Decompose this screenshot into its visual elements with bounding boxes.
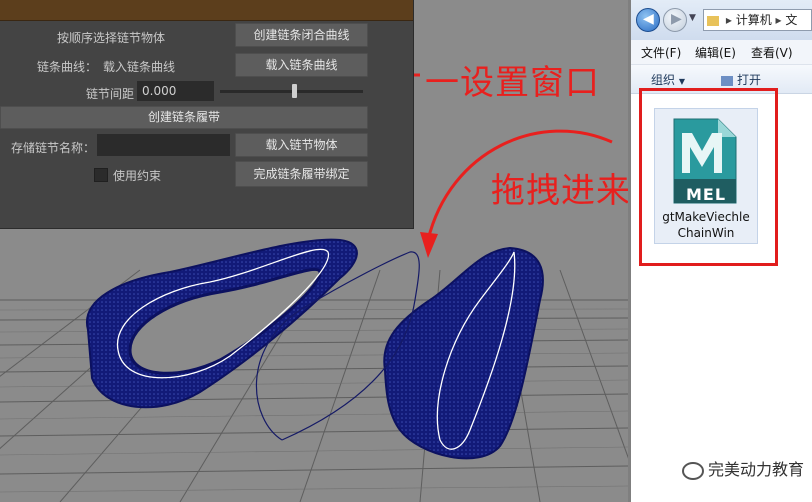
- link-spacing-slider-handle[interactable]: [292, 84, 298, 98]
- finish-binding-button[interactable]: 完成链条履带绑定: [235, 161, 368, 187]
- explorer-nav-bar: ◀ ▶ ▼ ▸ 计算机 ▸ 文: [631, 0, 812, 40]
- chevron-down-icon: ▼: [678, 77, 685, 86]
- chain-tool-window: 按顺序选择链节物体 创建链条闭合曲线 链条曲线： 载入链条曲线 载入链条曲线 链…: [0, 0, 414, 229]
- open-button[interactable]: 打开: [721, 71, 761, 88]
- back-button[interactable]: ◀: [636, 8, 660, 32]
- breadcrumb-computer[interactable]: 计算机: [736, 13, 772, 27]
- menu-view[interactable]: 查看(V): [751, 44, 793, 61]
- arrow-right-icon: ▶: [671, 11, 682, 27]
- store-link-name-field[interactable]: [97, 134, 230, 156]
- drag-in-annotation: 拖拽进来: [491, 171, 631, 211]
- explorer-menu-bar: 文件(F) 编辑(E) 查看(V): [631, 40, 812, 65]
- link-spacing-field[interactable]: 0.000: [137, 81, 214, 101]
- menu-file[interactable]: 文件(F): [641, 44, 681, 61]
- wechat-icon: [681, 461, 704, 480]
- breadcrumb-separator-icon: ▸: [725, 13, 732, 27]
- window-title-strip: [0, 0, 413, 21]
- menu-edit[interactable]: 编辑(E): [695, 44, 736, 61]
- arrow-left-icon: ◀: [643, 11, 654, 27]
- chain-curve-label: 链条曲线：: [37, 60, 98, 74]
- use-constraint-label: 使用约束: [113, 169, 162, 183]
- store-link-name-label: 存储链节名称：: [11, 141, 96, 155]
- breadcrumb-separator-icon: ▸: [775, 13, 782, 27]
- watermark: 完美动力教育: [681, 456, 804, 480]
- link-spacing-label: 链节间距: [86, 87, 135, 101]
- organize-button[interactable]: 组织 ▼: [651, 71, 685, 88]
- chain-curve-value: 载入链条曲线: [103, 60, 176, 74]
- open-icon: [721, 75, 733, 86]
- folder-icon: [707, 15, 719, 26]
- left-track-mesh: [85, 238, 358, 409]
- highlight-box: [639, 88, 778, 266]
- settings-window-annotation: 一设置窗口: [425, 63, 600, 103]
- history-dropdown-icon[interactable]: ▼: [689, 13, 696, 23]
- forward-button[interactable]: ▶: [663, 8, 687, 32]
- file-explorer-window: ◀ ▶ ▼ ▸ 计算机 ▸ 文 文件(F) 编辑(E) 查看(V) 组织 ▼ 打…: [628, 0, 812, 502]
- use-constraint-checkbox[interactable]: [94, 168, 108, 182]
- breadcrumb-next[interactable]: 文: [785, 13, 797, 27]
- load-chain-curve-button[interactable]: 载入链条曲线: [235, 53, 368, 77]
- address-bar[interactable]: ▸ 计算机 ▸ 文: [703, 9, 812, 31]
- create-track-button[interactable]: 创建链条履带: [0, 106, 368, 129]
- right-track-mesh: [383, 246, 544, 460]
- select-links-label: 按顺序选择链节物体: [57, 31, 166, 45]
- load-link-object-button[interactable]: 载入链节物体: [235, 133, 368, 157]
- create-closed-curve-button[interactable]: 创建链条闭合曲线: [235, 23, 368, 47]
